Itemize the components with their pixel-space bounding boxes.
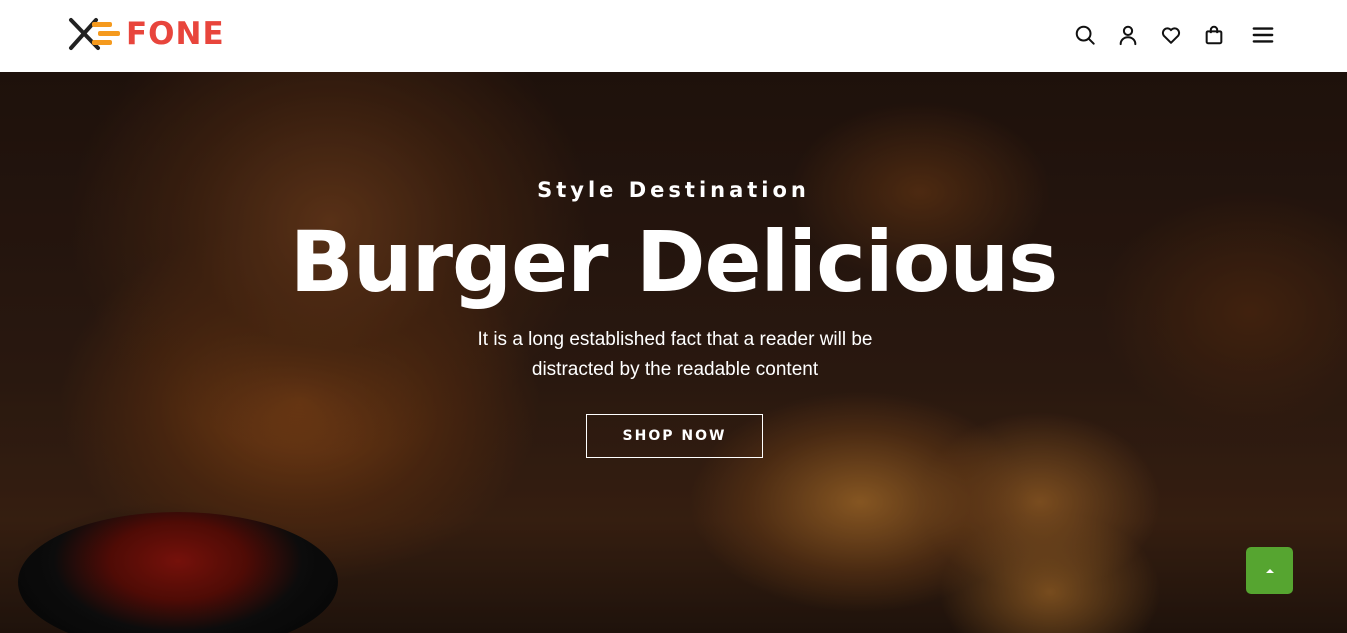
back-to-top-button[interactable]: [1246, 547, 1293, 594]
hero-banner: Style Destination Burger Delicious It is…: [0, 72, 1347, 633]
hero-description: It is a long established fact that a rea…: [477, 329, 873, 380]
site-header: FONE: [0, 0, 1347, 72]
shop-now-button[interactable]: SHOP NOW: [586, 414, 763, 458]
search-icon[interactable]: [1073, 22, 1097, 48]
menu-icon[interactable]: [1251, 22, 1275, 48]
fork-knife-icon: [68, 14, 130, 54]
header-actions: [1073, 22, 1275, 48]
shopping-bag-icon[interactable]: [1202, 22, 1226, 48]
hero-subtitle: Style Destination: [537, 178, 810, 202]
logo-text: FONE: [126, 16, 225, 52]
hero-title: Burger Delicious: [289, 213, 1058, 311]
user-icon[interactable]: [1116, 22, 1140, 48]
heart-icon[interactable]: [1159, 22, 1183, 48]
logo[interactable]: FONE: [68, 14, 225, 54]
chevron-up-icon: [1265, 568, 1274, 573]
hero-content: Style Destination Burger Delicious It is…: [0, 72, 1347, 633]
